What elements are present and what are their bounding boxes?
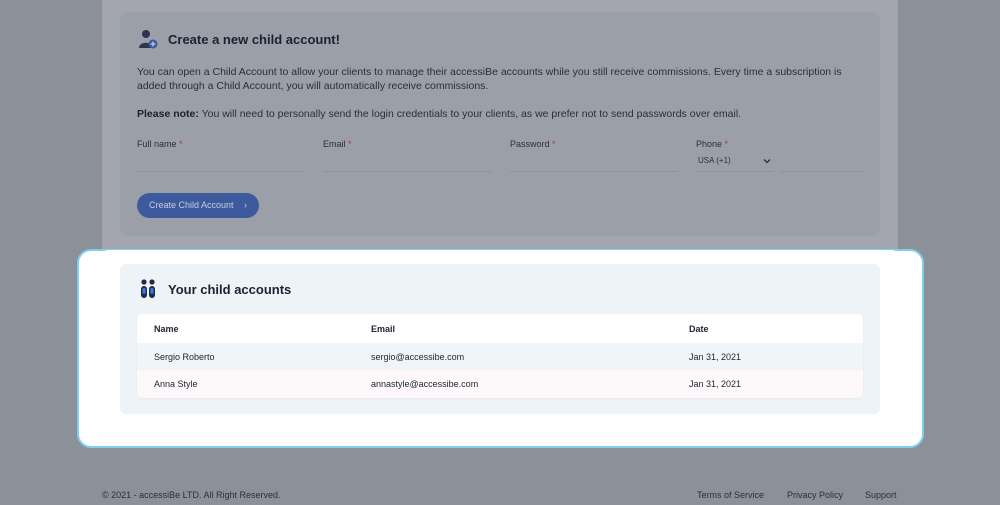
- footer-copyright: © 2021 - accessiBe LTD. All Right Reserv…: [102, 490, 281, 500]
- column-header-name: Name: [154, 324, 179, 334]
- phone-label: Phone *: [696, 139, 729, 149]
- full-name-field[interactable]: [137, 171, 305, 172]
- phone-number-field[interactable]: [781, 171, 863, 172]
- footer-link-terms[interactable]: Terms of Service: [697, 490, 764, 500]
- create-child-account-button[interactable]: Create Child Account ›: [137, 193, 259, 218]
- password-label: Password *: [510, 139, 556, 149]
- column-header-date: Date: [689, 324, 709, 334]
- create-section-description: You can open a Child Account to allow yo…: [137, 66, 842, 92]
- row-name: Anna Style: [154, 379, 198, 389]
- column-header-email: Email: [371, 324, 396, 334]
- footer-link-privacy[interactable]: Privacy Policy: [787, 490, 843, 500]
- table-row[interactable]: Sergio Roberto sergio@accessibe.com Jan …: [137, 343, 863, 370]
- chevron-down-icon: [763, 159, 771, 164]
- child-accounts-table: Name Email Date Sergio Roberto sergio@ac…: [137, 314, 863, 398]
- email-label: Email *: [323, 139, 352, 149]
- child-accounts-title: Your child accounts: [168, 282, 292, 297]
- full-name-label: Full name *: [137, 139, 183, 149]
- create-section-note: Please note: You will need to personally…: [137, 107, 857, 121]
- phone-country-line: [696, 171, 774, 172]
- row-name: Sergio Roberto: [154, 352, 215, 362]
- table-row[interactable]: Anna Style annastyle@accessibe.com Jan 3…: [137, 370, 863, 398]
- phone-country-select[interactable]: USA (+1): [698, 156, 731, 165]
- password-field[interactable]: [510, 171, 678, 172]
- email-field[interactable]: [323, 171, 491, 172]
- users-icon: [141, 279, 155, 298]
- create-section-title: Create a new child account!: [168, 32, 340, 47]
- note-text: You will need to personally send the log…: [198, 108, 742, 120]
- row-date: Jan 31, 2021: [689, 379, 742, 389]
- note-label: Please note:: [137, 108, 199, 120]
- chevron-right-icon: ›: [244, 200, 247, 210]
- footer-link-support[interactable]: Support: [865, 490, 897, 500]
- row-email: annastyle@accessibe.com: [371, 379, 479, 389]
- row-date: Jan 31, 2021: [689, 352, 742, 362]
- add-user-icon: [139, 30, 158, 49]
- table-header-row: Name Email Date: [137, 314, 863, 343]
- row-email: sergio@accessibe.com: [371, 352, 465, 362]
